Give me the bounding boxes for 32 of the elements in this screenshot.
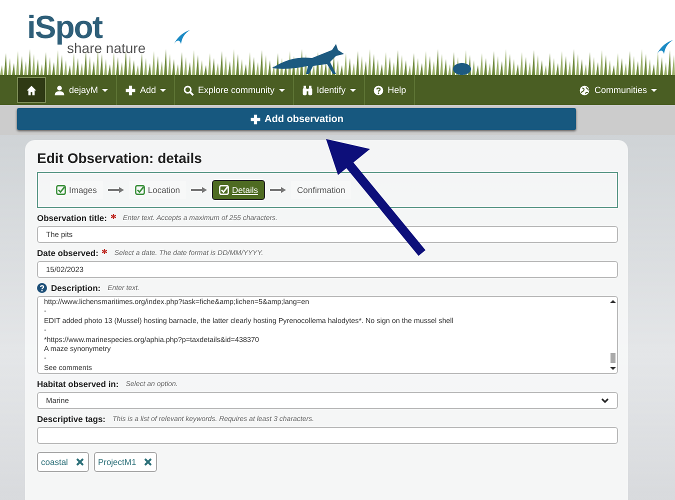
chevron-down-icon (601, 398, 609, 404)
page-title: Edit Observation: details (37, 150, 203, 166)
remove-icon[interactable] (144, 458, 152, 466)
field-label: Descriptive tags: (37, 414, 106, 424)
binoculars-icon (302, 84, 313, 96)
scrollbar[interactable] (609, 297, 617, 373)
plus-icon (250, 114, 261, 124)
add-observation-button[interactable]: Add observation (17, 108, 576, 130)
help-icon (372, 84, 384, 96)
field-label: Date observed: (37, 248, 98, 258)
tag-chip: ProjectM1 (94, 452, 158, 472)
communities-menu[interactable]: Communities (571, 75, 665, 105)
nav-home-link[interactable] (17, 77, 46, 103)
field-label: Habitat observed in: (37, 379, 119, 389)
step-tab[interactable]: Details (212, 180, 265, 200)
description-textarea[interactable] (37, 296, 618, 374)
user-icon (54, 84, 65, 96)
tag-chip: coastal (37, 452, 89, 472)
checkbox-icon (219, 185, 230, 195)
arrow-icon (270, 187, 286, 193)
checkbox-icon (56, 185, 66, 195)
field-label: Description: (51, 283, 101, 293)
remove-icon[interactable] (76, 458, 84, 466)
field-label: Observation title: (37, 213, 107, 223)
plus-icon (125, 84, 136, 96)
checkbox-icon (134, 185, 145, 195)
tags-input[interactable] (37, 427, 618, 444)
search-icon (183, 84, 194, 96)
arrow-icon (108, 187, 124, 193)
home-icon (26, 84, 37, 96)
arrow-icon (191, 187, 208, 193)
globe-icon (579, 84, 590, 96)
